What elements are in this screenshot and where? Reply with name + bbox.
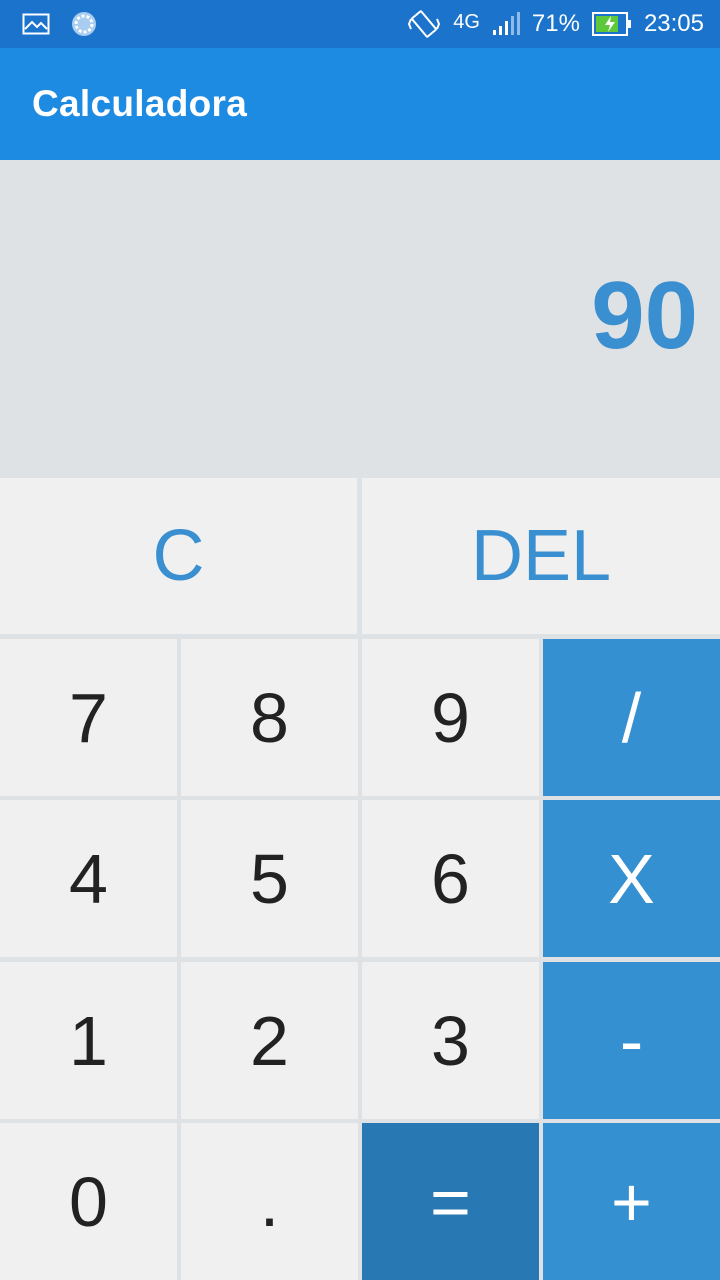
clock: 23:05 xyxy=(643,10,704,37)
key-9[interactable]: 9 xyxy=(362,639,539,796)
app-bar: Calculadora xyxy=(0,48,720,160)
keypad: C DEL 7 8 9 / 4 5 6 X 1 2 3 - 0 . = + xyxy=(0,478,720,1280)
key-7[interactable]: 7 xyxy=(0,639,177,796)
clear-button[interactable]: C xyxy=(0,478,357,634)
plus-button[interactable]: + xyxy=(543,1123,720,1280)
key-2[interactable]: 2 xyxy=(181,962,358,1119)
delete-button[interactable]: DEL xyxy=(362,478,720,634)
network-type: 4G xyxy=(453,10,480,33)
battery-percent: 71% xyxy=(531,10,580,37)
battery-charging-icon xyxy=(591,12,632,36)
status-bar: 4G 71% 23:05 xyxy=(0,0,720,48)
key-8[interactable]: 8 xyxy=(181,639,358,796)
equals-button[interactable]: = xyxy=(362,1123,539,1280)
divide-button[interactable]: / xyxy=(543,639,720,796)
key-6[interactable]: 6 xyxy=(362,800,539,957)
multiply-button[interactable]: X xyxy=(543,800,720,957)
result-display: 90 xyxy=(0,160,720,478)
key-1[interactable]: 1 xyxy=(0,962,177,1119)
key-3[interactable]: 3 xyxy=(362,962,539,1119)
minus-button[interactable]: - xyxy=(543,962,720,1119)
key-5[interactable]: 5 xyxy=(181,800,358,957)
key-4[interactable]: 4 xyxy=(0,800,177,957)
signal-icon xyxy=(492,12,520,36)
app-title: Calculadora xyxy=(32,83,248,124)
key-0[interactable]: 0 xyxy=(0,1123,177,1280)
decimal-point-button[interactable]: . xyxy=(181,1123,358,1280)
display-value: 90 xyxy=(591,262,698,369)
gallery-icon xyxy=(22,13,50,35)
vibrate-icon xyxy=(407,9,441,39)
sync-icon xyxy=(70,10,98,38)
